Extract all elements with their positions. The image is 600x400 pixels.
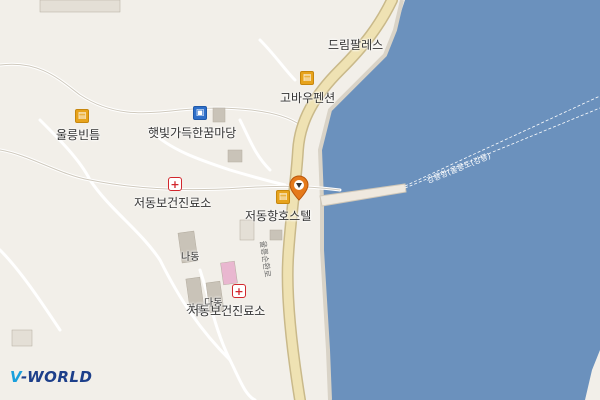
- clinic-icon[interactable]: +: [168, 177, 182, 191]
- poi-label-jeodong-harbor-hotel[interactable]: 저동항호스텔: [245, 207, 311, 224]
- poi-label-haetbit[interactable]: 햇빛가득한꿈마당: [148, 124, 236, 141]
- map-canvas[interactable]: ▤ 고바우펜션 드림팔레스 ▤ 울릉빈틈 ▣ 햇빛가득한꿈마당 + 저동보건진료…: [0, 0, 600, 400]
- vworld-logo: V-WORLD: [10, 368, 93, 386]
- poi-label-dream-palace[interactable]: 드림팔레스: [328, 36, 383, 53]
- building-label-na-dong: 나동: [181, 252, 200, 263]
- location-pin-icon[interactable]: [289, 175, 309, 201]
- poi-label-clinic2[interactable]: 저동보건진료소: [188, 302, 265, 319]
- poi-label-jeodong-clinic[interactable]: 저동보건진료소: [134, 194, 211, 211]
- hotel-icon[interactable]: ▤: [276, 190, 290, 204]
- hotel-icon[interactable]: ▤: [75, 109, 89, 123]
- poi-label-ulleung-bintum[interactable]: 울릉빈틈: [56, 126, 100, 143]
- clinic-icon[interactable]: +: [232, 284, 246, 298]
- school-icon[interactable]: ▣: [193, 106, 207, 120]
- hotel-icon[interactable]: ▤: [300, 71, 314, 85]
- poi-label-gobau[interactable]: 고바우펜션: [280, 89, 335, 106]
